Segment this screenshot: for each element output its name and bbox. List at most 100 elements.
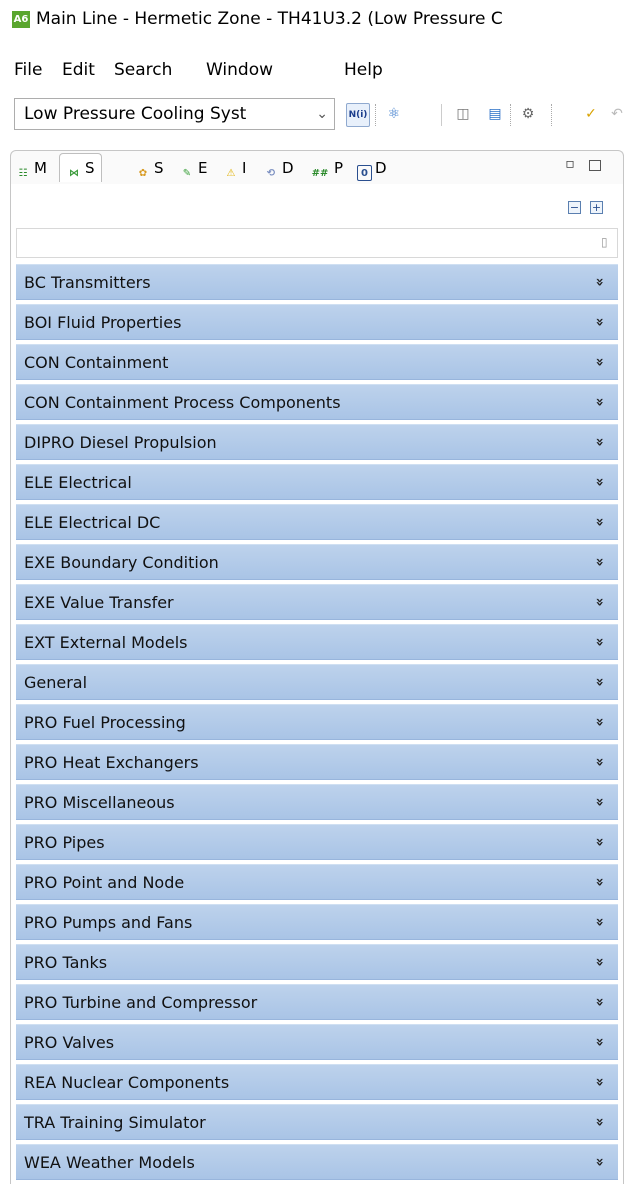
palette-icon: ⋈ (69, 168, 79, 179)
palette-drawer[interactable]: EXT External Models » (16, 624, 618, 660)
palette-drawer[interactable]: ELE Electrical DC » (16, 504, 618, 540)
chevron-double-down-icon: » (591, 277, 608, 287)
wrench-icon: ⟲ (266, 168, 276, 179)
palette-drawer[interactable]: EXE Value Transfer » (16, 584, 618, 620)
toolbar: Low Pressure Cooling Syst ⌄ N(i) ⚛ ◫ ▤ ⚙… (0, 94, 628, 142)
chevron-double-down-icon: » (591, 877, 608, 887)
chevron-double-down-icon: » (591, 557, 608, 567)
menu-edit[interactable]: Edit (62, 56, 95, 84)
palette-drawer[interactable]: PRO Heat Exchangers » (16, 744, 618, 780)
expand-all-icon[interactable]: + (590, 201, 603, 214)
warning-icon: ⚠ (226, 168, 236, 179)
chevron-double-down-icon: » (591, 997, 608, 1007)
palette-list: BC Transmitters » BOI Fluid Properties » C… (16, 264, 618, 1184)
palette-drawer[interactable]: CON Containment Process Components » (16, 384, 618, 420)
system-combo[interactable]: Low Pressure Cooling Syst ⌄ (14, 98, 335, 130)
palette-drawer[interactable]: EXE Boundary Condition » (16, 544, 618, 580)
maximize-view-icon[interactable] (589, 160, 601, 171)
tab-model[interactable]: ☷ M (15, 154, 47, 182)
chevron-double-down-icon: » (591, 1157, 608, 1167)
palette-drawer-label: BC Transmitters (24, 273, 151, 292)
palette-drawer[interactable]: General » (16, 664, 618, 700)
menu-window[interactable]: Window (206, 56, 273, 84)
database-icon[interactable]: ◫ (452, 103, 474, 125)
palette-drawer[interactable]: DIPRO Diesel Propulsion » (16, 424, 618, 460)
chevron-double-down-icon: » (591, 637, 608, 647)
palette-drawer[interactable]: PRO Miscellaneous » (16, 784, 618, 820)
palette-drawer[interactable]: PRO Pipes » (16, 824, 618, 860)
tab-label: I (242, 159, 247, 177)
tab-label: S (154, 159, 164, 177)
palette-drawer[interactable]: WEA Weather Models » (16, 1144, 618, 1180)
save-db-icon[interactable]: ▤ (484, 103, 506, 125)
tab-properties[interactable]: ## P (309, 154, 343, 182)
palette-drawer[interactable]: CON Containment » (16, 344, 618, 380)
check-icon[interactable]: ✓ (580, 103, 602, 125)
chevron-down-icon: ⌄ (316, 106, 328, 122)
collapse-all-icon[interactable]: − (568, 201, 581, 214)
tab-label: P (334, 159, 344, 177)
tab-label: E (198, 159, 208, 177)
palette-drawer[interactable]: ELE Electrical » (16, 464, 618, 500)
clip-icon: 0 (357, 165, 372, 181)
settings-icon: ✿ (138, 168, 148, 179)
chevron-double-down-icon: » (591, 397, 608, 407)
system-combo-value: Low Pressure Cooling Syst (24, 104, 247, 124)
palette-drawer[interactable]: BC Transmitters » (16, 264, 618, 300)
palette-panel: − + ▯ BC Transmitters » BOI Fluid Propert… (10, 184, 624, 1184)
tree-icon: ☷ (18, 168, 28, 179)
menu-file[interactable]: File (14, 56, 42, 84)
palette-drawer[interactable]: PRO Pumps and Fans » (16, 904, 618, 940)
chevron-double-down-icon: » (591, 717, 608, 727)
translate-icon[interactable]: ⚛ (383, 103, 405, 125)
palette-drawer-label: PRO Point and Node (24, 873, 185, 892)
filter-input[interactable]: ▯ (16, 228, 618, 258)
palette-drawer[interactable]: TRA Training Simulator » (16, 1104, 618, 1140)
tab-documents[interactable]: 0D (357, 154, 387, 182)
tab-settings[interactable]: ✿ S (135, 154, 164, 182)
menu-help[interactable]: Help (344, 56, 383, 84)
palette-drawer-label: BOI Fluid Properties (24, 313, 182, 332)
palette-drawer-label: TRA Training Simulator (24, 1113, 206, 1132)
chevron-double-down-icon: » (591, 797, 608, 807)
palette-drawer[interactable]: PRO Point and Node » (16, 864, 618, 900)
eraser-icon[interactable]: ▯ (601, 235, 613, 249)
palette-drawer-label: PRO Pumps and Fans (24, 913, 193, 932)
chevron-double-down-icon: » (591, 677, 608, 687)
chevron-double-down-icon: » (591, 517, 608, 527)
tab-label: D (375, 159, 387, 177)
chevron-double-down-icon: » (591, 597, 608, 607)
undo-icon[interactable]: ↶ (606, 103, 628, 125)
chevron-double-down-icon: » (591, 957, 608, 967)
palette-drawer[interactable]: REA Nuclear Components » (16, 1064, 618, 1100)
palette-drawer-label: REA Nuclear Components (24, 1073, 230, 1092)
palette-drawer-label: ELE Electrical (24, 473, 132, 492)
palette-drawer-label: PRO Heat Exchangers (24, 753, 199, 772)
tab-label: M (34, 159, 47, 177)
toolbar-separator (551, 104, 554, 126)
tab-edit[interactable]: ✎ E (179, 154, 208, 182)
palette-drawer[interactable]: PRO Fuel Processing » (16, 704, 618, 740)
palette-drawer-label: DIPRO Diesel Propulsion (24, 433, 217, 452)
palette-drawer-label: EXE Boundary Condition (24, 553, 219, 572)
menu-search[interactable]: Search (114, 56, 172, 84)
palette-drawer[interactable]: BOI Fluid Properties » (16, 304, 618, 340)
palette-drawer[interactable]: PRO Turbine and Compressor » (16, 984, 618, 1020)
palette-drawer-label: PRO Valves (24, 1033, 115, 1052)
chevron-double-down-icon: » (591, 757, 608, 767)
tab-issues[interactable]: ⚠ I (223, 154, 247, 182)
chevron-double-down-icon: » (591, 1077, 608, 1087)
app-icon: A6 (12, 11, 30, 28)
palette-drawer[interactable]: PRO Tanks » (16, 944, 618, 980)
tab-symbols[interactable]: ⋈ S (59, 153, 102, 182)
palette-drawer-label: PRO Turbine and Compressor (24, 993, 258, 1012)
gears-icon[interactable]: ⚙ (517, 103, 539, 125)
n-button[interactable]: N(i) (346, 103, 370, 127)
palette-drawer[interactable]: PRO Valves » (16, 1024, 618, 1060)
view-tab-strip: ☷ M ⋈ S ✿ S ✎ E ⚠ I ⟲ D ## P 0D ▫ (10, 150, 624, 185)
tab-debug[interactable]: ⟲ D (263, 154, 294, 182)
palette-drawer-label: CON Containment (24, 353, 169, 372)
chevron-double-down-icon: » (591, 317, 608, 327)
toolbar-separator (375, 104, 378, 126)
minimize-view-icon[interactable]: ▫ (563, 157, 577, 171)
